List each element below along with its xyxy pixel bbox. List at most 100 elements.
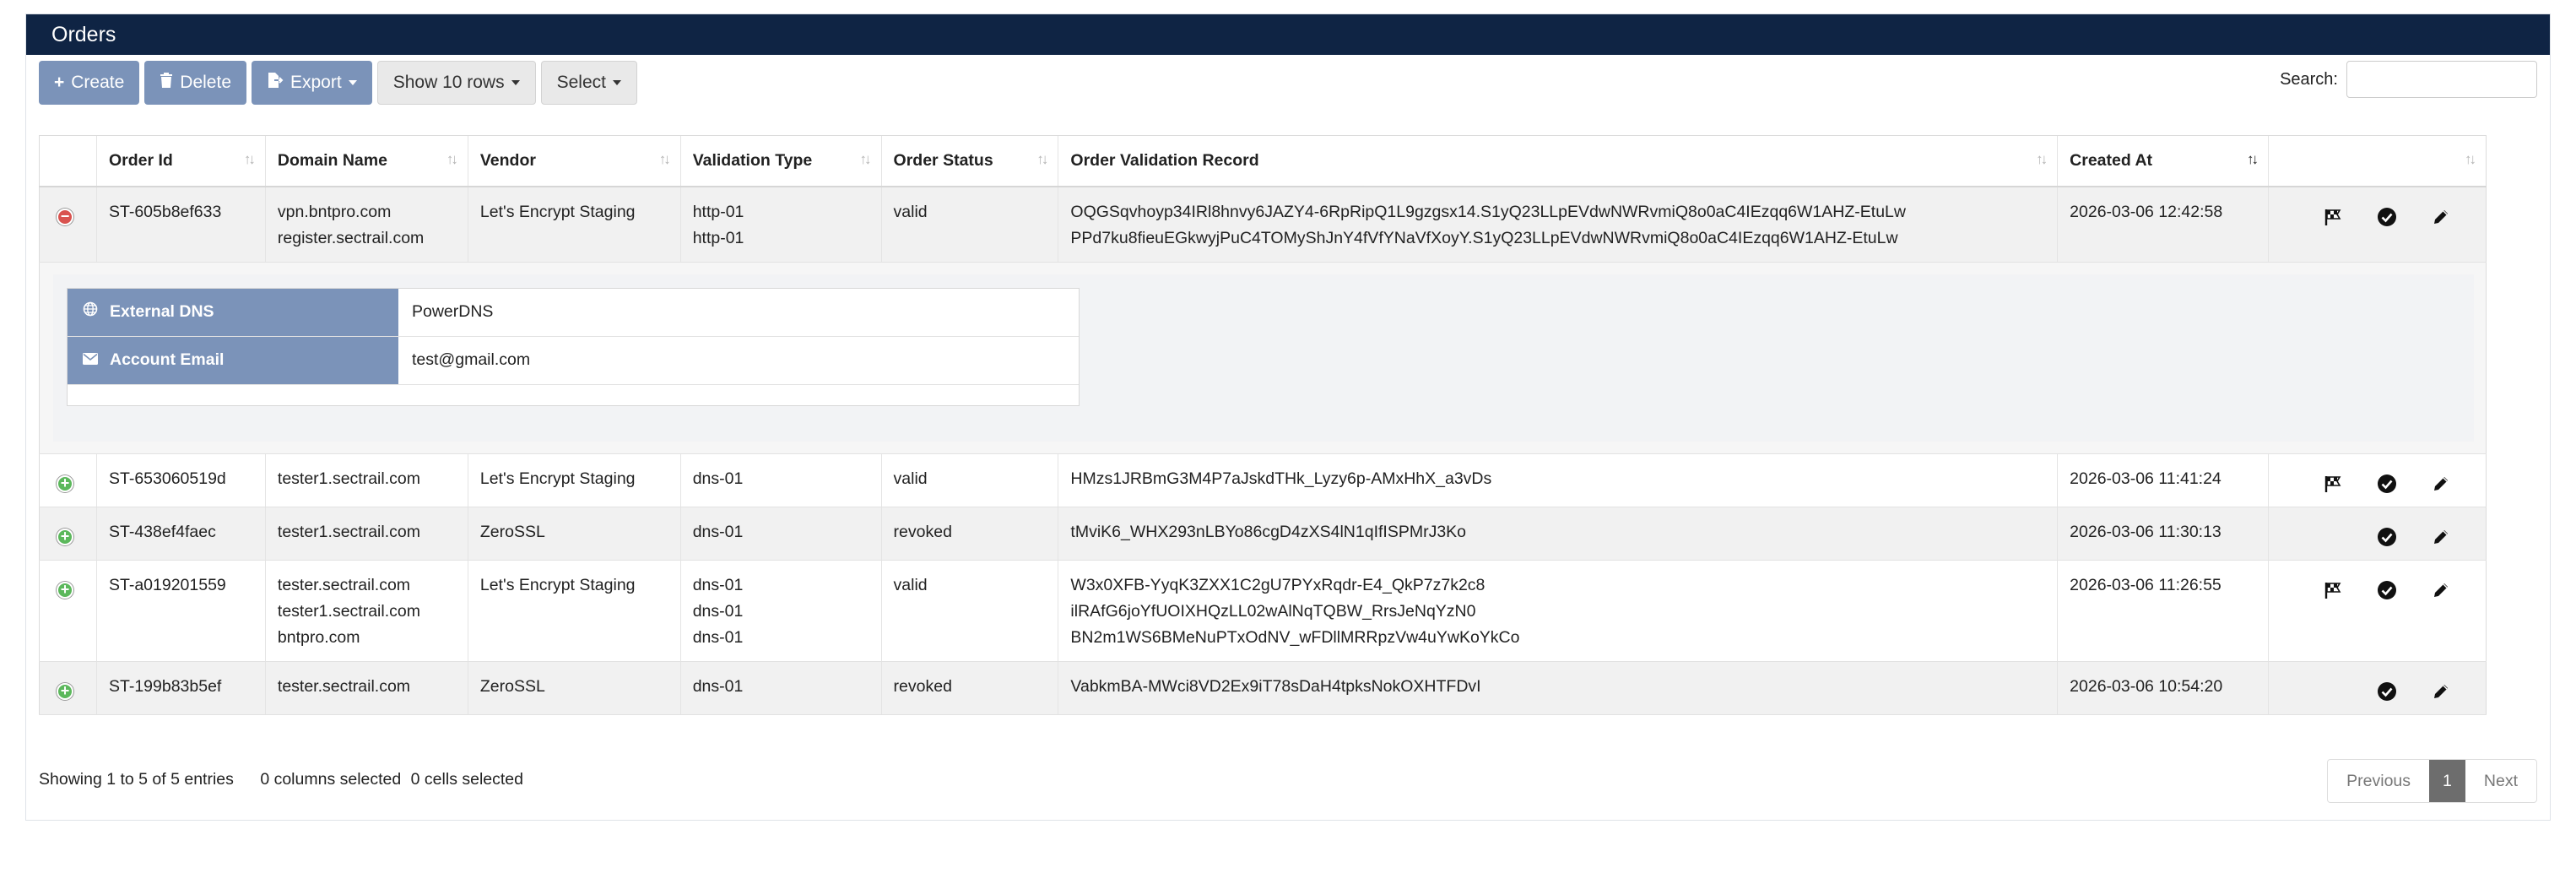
pencil-icon[interactable] <box>2430 206 2452 228</box>
table-row[interactable]: + ST-653060519d tester1.sectrail.com Let's … <box>39 453 2487 507</box>
header-actions: ↑↓ <box>2267 135 2487 187</box>
flag-icon[interactable] <box>2322 473 2344 495</box>
validation-record-cell: W3x0XFB-YyqK3ZXX1C2gU7PYxRqdr-E4_QkP7z7k… <box>1058 560 2058 662</box>
vendor-cell: Let's Encrypt Staging <box>467 186 681 263</box>
expand-row-icon[interactable]: + <box>57 581 73 599</box>
collapse-row-icon[interactable]: − <box>57 208 73 225</box>
expand-row-icon[interactable]: + <box>57 528 73 545</box>
domain-name-cell: tester.sectrail.com <box>264 661 468 715</box>
header-order-status[interactable]: Order Status ↑↓ <box>880 135 1058 187</box>
chevron-down-icon <box>511 80 520 85</box>
account-email-label: Account Email <box>110 350 225 369</box>
check-circle-icon[interactable] <box>2376 206 2398 228</box>
order-status-cell: revoked <box>880 507 1058 561</box>
table-row[interactable]: + ST-438ef4faec tester1.sectrail.com ZeroSS… <box>39 507 2487 561</box>
row-toggle-cell: + <box>39 560 97 662</box>
header-created-at[interactable]: Created At ↑↓ <box>2057 135 2269 187</box>
page-1-button[interactable]: 1 <box>2429 760 2465 802</box>
validation-record: HMzs1JRBmG3M4P7aJskdTHk_Lyzy6p-AMxHhX_a3… <box>1070 469 1492 488</box>
plus-icon: + <box>54 73 65 92</box>
expand-row-icon[interactable]: + <box>57 474 73 492</box>
sort-icon: ↑↓ <box>859 151 872 167</box>
table-footer: Showing 1 to 5 of 5 entries 0 columns se… <box>39 770 523 789</box>
domain-name-cell: tester1.sectrail.com <box>264 453 468 507</box>
validation-record: OQGSqvhoyp34IRl8hnvy6JAZY4-6RpRipQ1L9gzg… <box>1070 202 1906 221</box>
check-circle-icon[interactable] <box>2376 681 2398 702</box>
entries-info: Showing 1 to 5 of 5 entries <box>39 770 234 789</box>
sort-icon: ↑↓ <box>2036 151 2048 167</box>
check-circle-icon[interactable] <box>2376 579 2398 601</box>
check-circle-icon[interactable] <box>2376 526 2398 548</box>
domain-name: vpn.bntpro.com <box>277 202 392 221</box>
created-at-cell: 2026-03-06 11:41:24 <box>2057 453 2269 507</box>
domain-name-cell: tester1.sectrail.com <box>264 507 468 561</box>
table-header-row: Order Id ↑↓ Domain Name ↑↓ Vendor ↑↓ Valida… <box>39 135 2487 187</box>
pagination: Previous 1 Next <box>2327 759 2537 803</box>
table-row[interactable]: + ST-199b83b5ef tester.sectrail.com ZeroSSL… <box>39 661 2487 715</box>
row-toggle-cell: + <box>39 453 97 507</box>
order-status-cell: valid <box>880 560 1058 662</box>
validation-record: tMviK6_WHX293nLBYo86cgD4zXS4lN1qIfISPMrJ… <box>1070 522 1467 541</box>
pencil-icon[interactable] <box>2430 473 2452 495</box>
globe-icon <box>83 299 98 325</box>
select-dropdown[interactable]: Select <box>540 61 637 105</box>
validation-type: dns-01 <box>692 575 744 594</box>
validation-type: dns-01 <box>692 627 744 647</box>
search-label: Search: <box>2280 69 2338 89</box>
validation-type: dns-01 <box>692 676 744 696</box>
cells-selected: 0 cells selected <box>410 770 523 789</box>
previous-button[interactable]: Previous <box>2328 760 2429 802</box>
create-button[interactable]: + Create <box>39 61 140 105</box>
detail-row-email: Account Email test@gmail.com <box>68 336 1079 385</box>
header-order-id[interactable]: Order Id ↑↓ <box>95 135 266 187</box>
validation-type: http-01 <box>692 202 744 221</box>
orders-table: Order Id ↑↓ Domain Name ↑↓ Vendor ↑↓ Valida… <box>39 135 2487 715</box>
table-row[interactable]: + ST-a019201559 tester.sectrail.com tester1… <box>39 560 2487 662</box>
chevron-down-icon <box>612 80 621 85</box>
domain-name: register.sectrail.com <box>277 228 425 247</box>
chevron-down-icon <box>348 80 357 85</box>
actions-cell <box>2267 453 2487 507</box>
trash-icon <box>160 73 173 93</box>
account-email-value: test@gmail.com <box>412 350 531 369</box>
order-status-cell: revoked <box>880 661 1058 715</box>
domain-name: tester.sectrail.com <box>277 676 411 696</box>
search-input[interactable] <box>2346 61 2537 98</box>
header-domain-name[interactable]: Domain Name ↑↓ <box>264 135 468 187</box>
actions-cell <box>2267 507 2487 561</box>
sort-icon: ↑↓ <box>243 151 256 167</box>
validation-type: dns-01 <box>692 469 744 488</box>
validation-type-cell: dns-01 <box>679 507 882 561</box>
flag-icon[interactable] <box>2322 206 2344 228</box>
export-button[interactable]: Export <box>252 61 372 105</box>
columns-selected: 0 columns selected <box>260 770 402 789</box>
header-vendor[interactable]: Vendor ↑↓ <box>467 135 681 187</box>
sort-icon: ↑↓ <box>658 151 671 167</box>
pencil-icon[interactable] <box>2430 526 2452 548</box>
table-row[interactable]: − ST-605b8ef633 vpn.bntpro.com register.sec… <box>39 186 2487 263</box>
actions-cell <box>2267 186 2487 263</box>
flag-icon[interactable] <box>2322 579 2344 601</box>
vendor-cell: Let's Encrypt Staging <box>467 453 681 507</box>
header-validation-record[interactable]: Order Validation Record ↑↓ <box>1058 135 2058 187</box>
expand-row-icon[interactable]: + <box>57 682 73 700</box>
sort-icon: ↑↓ <box>2465 151 2476 167</box>
next-button[interactable]: Next <box>2465 760 2536 802</box>
row-toggle-cell: + <box>39 507 97 561</box>
pencil-icon[interactable] <box>2430 681 2452 702</box>
validation-record-cell: VabkmBA-MWci8VD2Ex9iT78sDaH4tpksNokOXHTF… <box>1058 661 2058 715</box>
show-rows-dropdown[interactable]: Show 10 rows <box>376 61 536 105</box>
validation-type: dns-01 <box>692 601 744 621</box>
order-id-cell: ST-a019201559 <box>95 560 266 662</box>
header-validation-type[interactable]: Validation Type ↑↓ <box>679 135 882 187</box>
pencil-icon[interactable] <box>2430 579 2452 601</box>
toolbar: + Create Delete Export Show 10 rows Selec… <box>39 61 637 105</box>
row-toggle-cell: − <box>39 186 97 263</box>
check-circle-icon[interactable] <box>2376 473 2398 495</box>
vendor-cell: Let's Encrypt Staging <box>467 560 681 662</box>
created-at-cell: 2026-03-06 10:54:20 <box>2057 661 2269 715</box>
domain-name: tester1.sectrail.com <box>277 601 420 621</box>
delete-button[interactable]: Delete <box>144 61 246 105</box>
order-id-cell: ST-438ef4faec <box>95 507 266 561</box>
sort-icon: ↑↓ <box>1036 151 1048 167</box>
